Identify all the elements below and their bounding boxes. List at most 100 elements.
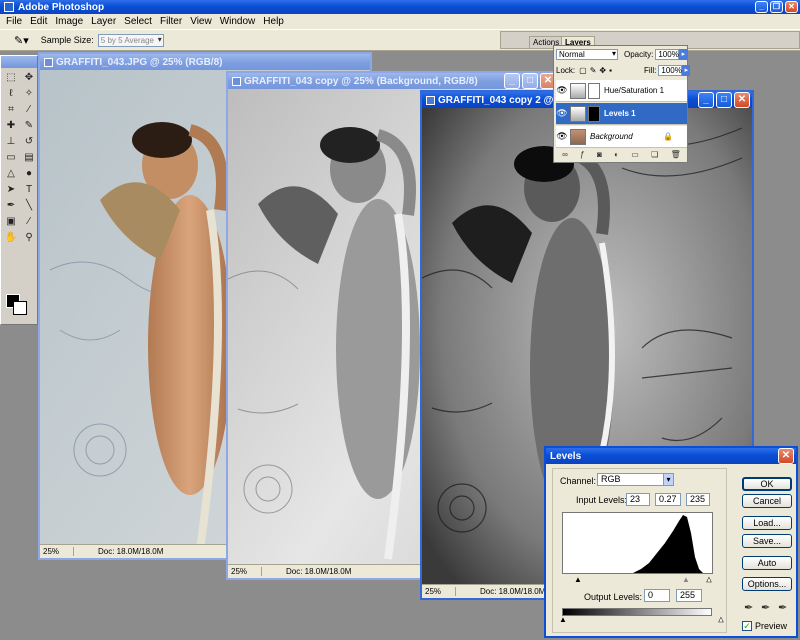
input-gamma-field[interactable]: 0.27 — [655, 493, 681, 506]
restore-icon[interactable]: ❐ — [770, 1, 783, 13]
ok-button[interactable]: OK — [742, 477, 792, 491]
crop-tool-icon[interactable]: ⌗ — [3, 103, 19, 117]
menu-file[interactable]: File — [2, 16, 26, 27]
zoom-tool-icon[interactable]: ⚲ — [21, 231, 37, 245]
channel-dropdown-icon[interactable]: ▾ — [663, 473, 674, 486]
eraser-tool-icon[interactable]: ▭ — [3, 151, 19, 165]
channel-select[interactable]: RGB — [597, 473, 673, 486]
new-layer-icon[interactable]: ❏ — [651, 150, 658, 160]
layer-mask-thumbnail[interactable] — [588, 82, 600, 99]
output-white-slider[interactable]: ▲ — [717, 615, 725, 625]
input-gamma-slider[interactable]: ▲ — [682, 575, 690, 584]
minimize-icon[interactable]: _ — [698, 92, 714, 108]
new-group-icon[interactable]: ▭ — [631, 150, 639, 160]
delete-layer-icon[interactable]: 🗑 — [671, 150, 681, 160]
input-black-field[interactable]: 23 — [626, 493, 650, 506]
sample-size-select[interactable]: 5 by 5 Average — [97, 33, 164, 47]
fill-slider-icon[interactable]: ▸ — [682, 65, 691, 76]
white-eyedropper-icon[interactable]: ✒ — [778, 601, 787, 614]
eyedropper-icon[interactable]: ⁄ — [21, 215, 37, 229]
background-color-swatch[interactable] — [13, 301, 27, 315]
zoom-level[interactable]: 25% — [228, 567, 262, 576]
layer-row-levels[interactable]: 👁 Levels 1 — [556, 103, 687, 125]
close-icon[interactable]: ✕ — [785, 1, 798, 13]
menu-select[interactable]: Select — [120, 16, 156, 27]
fill-field[interactable]: 100% — [658, 65, 683, 76]
maximize-icon[interactable]: □ — [522, 73, 538, 89]
maximize-icon[interactable]: □ — [716, 92, 732, 108]
input-white-slider[interactable]: ▲ — [705, 575, 713, 585]
healing-brush-icon[interactable]: ✚ — [3, 119, 19, 133]
gradient-tool-icon[interactable]: ▤ — [21, 151, 37, 165]
close-icon[interactable]: ✕ — [778, 448, 794, 464]
new-adjustment-icon[interactable]: ◐ — [614, 150, 619, 160]
visibility-eye-icon[interactable]: 👁 — [556, 108, 568, 119]
menu-image[interactable]: Image — [51, 16, 87, 27]
document-title-bar[interactable]: GRAFFITI_043.JPG @ 25% (RGB/8) — [40, 54, 370, 70]
marquee-tool-icon[interactable]: ⬚ — [3, 71, 19, 85]
link-layers-icon[interactable]: ∞ — [562, 150, 568, 160]
pen-tool-icon[interactable]: ✒ — [3, 199, 19, 213]
output-black-field[interactable]: 0 — [644, 589, 670, 602]
add-mask-icon[interactable]: ◙ — [597, 150, 602, 160]
blur-tool-icon[interactable]: △ — [3, 167, 19, 181]
layer-mask-thumbnail[interactable] — [588, 105, 600, 122]
menu-view[interactable]: View — [186, 16, 216, 27]
preview-checkbox[interactable]: ✓ — [742, 621, 752, 631]
layer-style-icon[interactable]: ƒ — [580, 150, 584, 160]
doc-size[interactable]: Doc: 18.0M/18.0M — [262, 567, 351, 576]
lock-all-icon[interactable]: ▪ — [609, 66, 612, 75]
type-tool-icon[interactable]: T — [21, 183, 37, 197]
path-select-icon[interactable]: ➤ — [3, 183, 19, 197]
blend-mode-select[interactable]: Normal — [556, 49, 618, 60]
layer-row-background[interactable]: 👁 Background 🔒 — [556, 126, 687, 148]
zoom-level[interactable]: 25% — [40, 547, 74, 556]
menu-filter[interactable]: Filter — [156, 16, 186, 27]
dodge-tool-icon[interactable]: ● — [21, 167, 37, 181]
menu-edit[interactable]: Edit — [26, 16, 51, 27]
zoom-level[interactable]: 25% — [422, 587, 456, 596]
menu-window[interactable]: Window — [216, 16, 260, 27]
notes-tool-icon[interactable]: ▣ — [3, 215, 19, 229]
visibility-eye-icon[interactable]: 👁 — [556, 131, 568, 142]
shape-tool-icon[interactable]: ╲ — [21, 199, 37, 213]
lock-pixels-icon[interactable]: ✎ — [590, 66, 597, 75]
save-button[interactable]: Save... — [742, 534, 792, 548]
cancel-button[interactable]: Cancel — [742, 494, 792, 508]
lasso-tool-icon[interactable]: ℓ — [3, 87, 19, 101]
input-black-slider[interactable]: ▲ — [574, 575, 582, 584]
layer-row-hue-saturation[interactable]: 👁 Hue/Saturation 1 — [556, 80, 687, 102]
gray-eyedropper-icon[interactable]: ✒ — [761, 601, 770, 614]
visibility-eye-icon[interactable]: 👁 — [556, 85, 568, 96]
menu-help[interactable]: Help — [259, 16, 288, 27]
opacity-field[interactable]: 100% — [655, 49, 680, 60]
menu-layer[interactable]: Layer — [87, 16, 120, 27]
doc-size[interactable]: Doc: 18.0M/18.0M — [74, 547, 163, 556]
lock-position-icon[interactable]: ✥ — [599, 66, 606, 75]
options-button[interactable]: Options... — [742, 577, 792, 591]
black-eyedropper-icon[interactable]: ✒ — [744, 601, 753, 614]
eyedropper-tool-icon[interactable]: ✎▾ — [14, 34, 29, 47]
load-button[interactable]: Load... — [742, 516, 792, 530]
app-title: Adobe Photoshop — [18, 1, 105, 13]
history-brush-icon[interactable]: ↺ — [21, 135, 37, 149]
opacity-slider-icon[interactable]: ▸ — [679, 49, 688, 60]
output-black-slider[interactable]: ▲ — [559, 615, 567, 624]
minimize-icon[interactable]: _ — [755, 1, 768, 13]
slice-tool-icon[interactable]: ⁄ — [21, 103, 37, 117]
magic-wand-tool-icon[interactable]: ✧ — [21, 87, 37, 101]
move-tool-icon[interactable]: ✥ — [21, 71, 37, 85]
doc-size[interactable]: Doc: 18.0M/18.0M — [456, 587, 545, 596]
clone-stamp-icon[interactable]: ⊥ — [3, 135, 19, 149]
brush-tool-icon[interactable]: ✎ — [21, 119, 37, 133]
document-title-bar[interactable]: GRAFFITI_043 copy @ 25% (Background, RGB… — [228, 73, 558, 89]
hand-tool-icon[interactable]: ✋ — [3, 231, 19, 245]
close-icon[interactable]: ✕ — [734, 92, 750, 108]
tools-header[interactable] — [1, 56, 37, 68]
output-white-field[interactable]: 255 — [676, 589, 702, 602]
auto-button[interactable]: Auto — [742, 556, 792, 570]
levels-title-bar[interactable]: Levels ✕ — [546, 448, 796, 464]
minimize-icon[interactable]: _ — [504, 73, 520, 89]
input-white-field[interactable]: 235 — [686, 493, 710, 506]
lock-transparency-icon[interactable]: ▢ — [579, 66, 587, 75]
